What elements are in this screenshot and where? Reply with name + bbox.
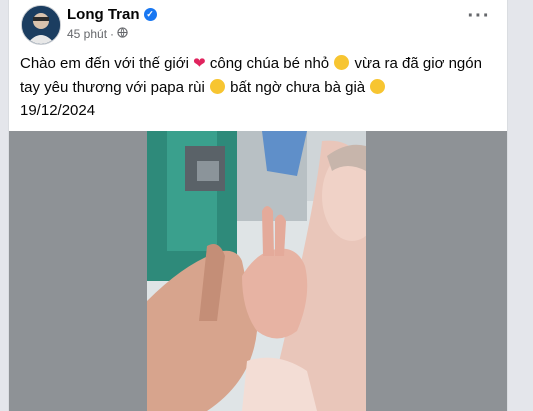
post-text-line-2: tay yêu thương với papa rùi bất ngờ chưa… <box>20 76 500 100</box>
verified-badge-icon: ✓ <box>143 8 157 21</box>
author-name[interactable]: Long Tran <box>67 6 140 23</box>
meta-separator: · <box>110 27 115 41</box>
post-time[interactable]: 45 phút <box>67 27 107 41</box>
page-scrollbar[interactable] <box>512 0 520 411</box>
post-photo[interactable] <box>147 131 366 411</box>
grimacing-face-emoji-icon <box>334 55 350 70</box>
post-date: 19/12/2024 <box>20 102 96 119</box>
more-options-icon[interactable]: ··· <box>467 6 491 30</box>
smiling-face-emoji-icon <box>370 79 386 94</box>
post-text: Chào em đến với thế giới ❤ công chúa bé … <box>20 52 500 100</box>
author-name-row: Long Tran ✓ <box>67 6 157 23</box>
heart-emoji-icon: ❤ <box>193 55 206 72</box>
globe-icon[interactable] <box>117 27 128 41</box>
laughing-crying-face-emoji-icon <box>209 79 225 94</box>
author-avatar[interactable] <box>21 5 61 45</box>
post-text-line-1: Chào em đến với thế giới ❤ công chúa bé … <box>20 55 482 72</box>
post-meta: 45 phút · <box>67 27 128 41</box>
feed-post: Long Tran ✓ 45 phút · ··· Chào em đến vớ… <box>8 0 508 411</box>
